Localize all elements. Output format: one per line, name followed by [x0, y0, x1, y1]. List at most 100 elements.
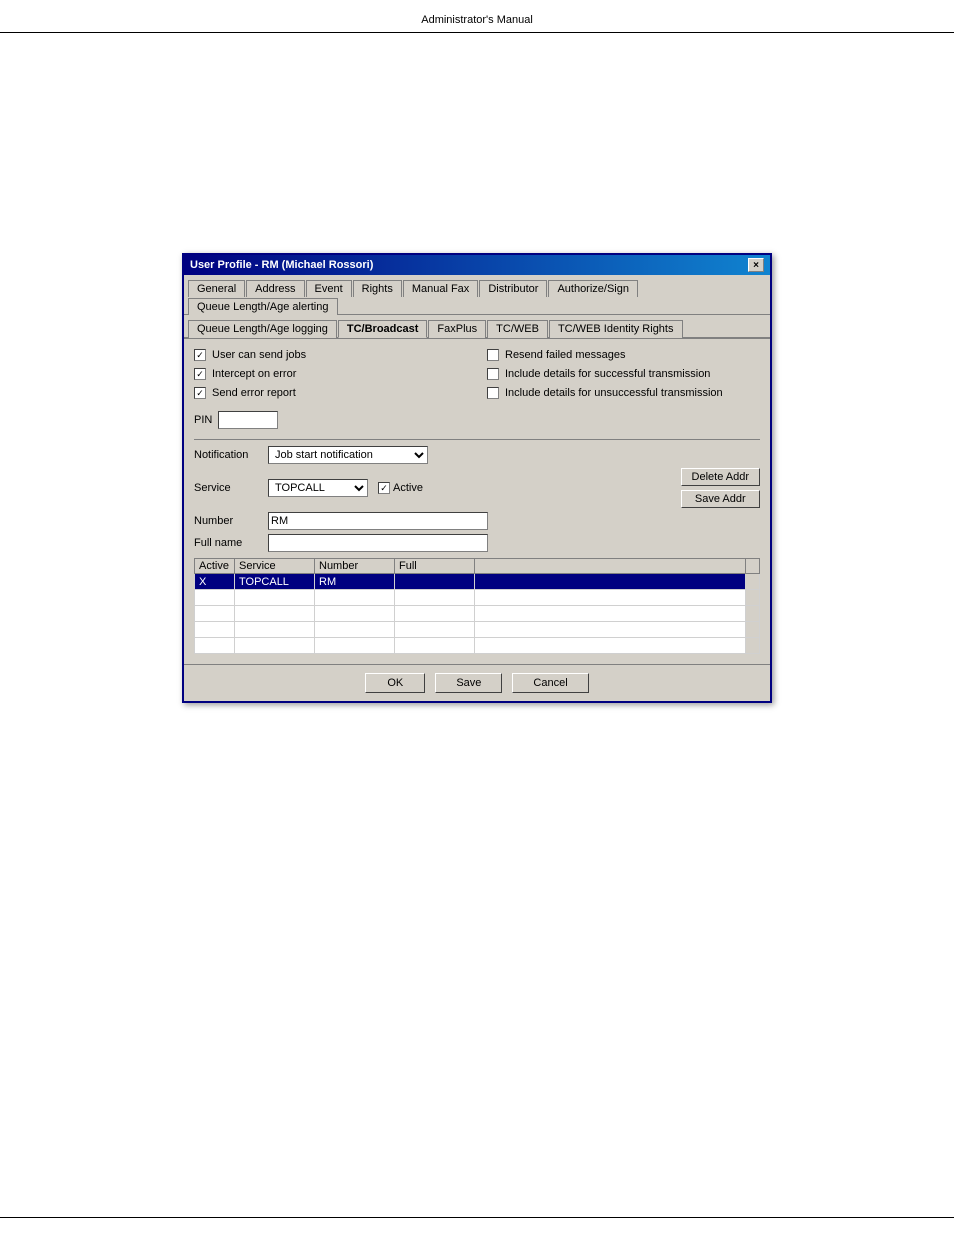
checkbox-user-can-send-row: User can send jobs: [194, 349, 467, 361]
checkbox-resend[interactable]: [487, 349, 499, 361]
addr-table: Active Service Number Full X TOPCALL R: [194, 558, 760, 654]
cell-number-3: [315, 606, 395, 622]
col-scrollbar: [746, 559, 760, 574]
dialog-body: User can send jobs Intercept on error Se…: [184, 339, 770, 664]
fullname-row: Full name: [194, 534, 760, 552]
table-row-5[interactable]: [195, 638, 760, 654]
active-checkbox[interactable]: [378, 482, 390, 494]
checkbox-send-error-row: Send error report: [194, 387, 467, 399]
fullname-label: Full name: [194, 537, 264, 549]
checkbox-include-successful[interactable]: [487, 368, 499, 380]
pin-input[interactable]: [218, 411, 278, 429]
tab-tcweb-identity[interactable]: TC/WEB Identity Rights: [549, 320, 683, 338]
notification-row: Notification Job start notification Job …: [194, 446, 760, 464]
service-select[interactable]: TOPCALL: [268, 479, 368, 497]
pin-label: PIN: [194, 414, 212, 426]
cell-scroll-3: [746, 606, 760, 622]
cell-number-4: [315, 622, 395, 638]
separator: [194, 439, 760, 440]
dialog-titlebar: User Profile - RM (Michael Rossori) ×: [184, 255, 770, 275]
checkbox-resend-label: Resend failed messages: [505, 349, 625, 361]
delete-addr-button[interactable]: Delete Addr: [681, 468, 760, 486]
cell-service-1: TOPCALL: [235, 574, 315, 590]
cell-number-2: [315, 590, 395, 606]
cell-scroll-1: [746, 574, 760, 590]
tab-tcweb[interactable]: TC/WEB: [487, 320, 548, 338]
cell-service-3: [235, 606, 315, 622]
cell-active-3: [195, 606, 235, 622]
cell-spacer-1: [475, 574, 746, 590]
checkbox-intercept-error[interactable]: [194, 368, 206, 380]
tab-distributor[interactable]: Distributor: [479, 280, 547, 297]
cell-service-5: [235, 638, 315, 654]
checkbox-include-unsuccessful-row: Include details for unsuccessful transmi…: [487, 387, 760, 399]
pin-row: PIN: [194, 411, 760, 429]
save-addr-button[interactable]: Save Addr: [681, 490, 760, 508]
checkbox-user-can-send[interactable]: [194, 349, 206, 361]
number-label: Number: [194, 515, 264, 527]
tab-queue-logging[interactable]: Queue Length/Age logging: [188, 320, 337, 338]
notification-label: Notification: [194, 449, 264, 461]
tab-rights[interactable]: Rights: [353, 280, 402, 297]
cell-active-4: [195, 622, 235, 638]
dialog-window: User Profile - RM (Michael Rossori) × Ge…: [182, 253, 772, 703]
checkbox-include-unsuccessful-label: Include details for unsuccessful transmi…: [505, 387, 723, 399]
checkbox-include-unsuccessful[interactable]: [487, 387, 499, 399]
tab-general[interactable]: General: [188, 280, 245, 297]
checkbox-include-successful-label: Include details for successful transmiss…: [505, 368, 710, 380]
col-spacer: [475, 559, 746, 574]
addr-table-container: Active Service Number Full X TOPCALL R: [194, 558, 760, 654]
cell-spacer-3: [475, 606, 746, 622]
tab-authorize-sign[interactable]: Authorize/Sign: [548, 280, 638, 297]
tab-faxplus[interactable]: FaxPlus: [428, 320, 486, 338]
notification-select[interactable]: Job start notification Job end notificat…: [268, 446, 428, 464]
tab-bar-row2: Queue Length/Age logging TC/Broadcast Fa…: [184, 315, 770, 339]
tab-tc-broadcast[interactable]: TC/Broadcast: [338, 320, 428, 338]
service-row: Service TOPCALL Active Delete Addr Save …: [194, 468, 760, 508]
checkbox-resend-row: Resend failed messages: [487, 349, 760, 361]
save-button[interactable]: Save: [435, 673, 502, 693]
checkbox-send-error-label: Send error report: [212, 387, 296, 399]
cell-service-2: [235, 590, 315, 606]
cell-spacer-4: [475, 622, 746, 638]
number-input[interactable]: [268, 512, 488, 530]
ok-button[interactable]: OK: [365, 673, 425, 693]
cell-spacer-5: [475, 638, 746, 654]
cell-scroll-4: [746, 622, 760, 638]
tab-bar-row1: General Address Event Rights Manual Fax …: [184, 275, 770, 315]
close-button[interactable]: ×: [748, 258, 764, 272]
col-active: Active: [195, 559, 235, 574]
tab-manual-fax[interactable]: Manual Fax: [403, 280, 478, 297]
cell-active-1: X: [195, 574, 235, 590]
right-buttons: Delete Addr Save Addr: [681, 468, 760, 508]
tab-event[interactable]: Event: [306, 280, 352, 297]
table-row-2[interactable]: [195, 590, 760, 606]
col-full: Full: [395, 559, 475, 574]
col-number: Number: [315, 559, 395, 574]
table-row-3[interactable]: [195, 606, 760, 622]
checkboxes-right: Resend failed messages Include details f…: [487, 349, 760, 403]
table-row-4[interactable]: [195, 622, 760, 638]
checkboxes-left: User can send jobs Intercept on error Se…: [194, 349, 467, 403]
checkboxes-section: User can send jobs Intercept on error Se…: [194, 349, 760, 403]
cell-active-5: [195, 638, 235, 654]
col-service: Service: [235, 559, 315, 574]
cell-full-4: [395, 622, 475, 638]
cell-full-2: [395, 590, 475, 606]
fullname-input[interactable]: [268, 534, 488, 552]
cell-service-4: [235, 622, 315, 638]
checkbox-send-error[interactable]: [194, 387, 206, 399]
table-row-selected[interactable]: X TOPCALL RM: [195, 574, 760, 590]
cell-active-2: [195, 590, 235, 606]
cell-scroll-5: [746, 638, 760, 654]
cell-full-3: [395, 606, 475, 622]
checkbox-intercept-error-label: Intercept on error: [212, 368, 296, 380]
cell-scroll-2: [746, 590, 760, 606]
number-row: Number: [194, 512, 760, 530]
cancel-button[interactable]: Cancel: [512, 673, 588, 693]
tab-address[interactable]: Address: [246, 280, 304, 297]
cell-full-1: [395, 574, 475, 590]
tab-queue-alerting[interactable]: Queue Length/Age alerting: [188, 298, 338, 315]
page-header: Administrator's Manual: [0, 0, 954, 33]
service-label: Service: [194, 482, 264, 494]
